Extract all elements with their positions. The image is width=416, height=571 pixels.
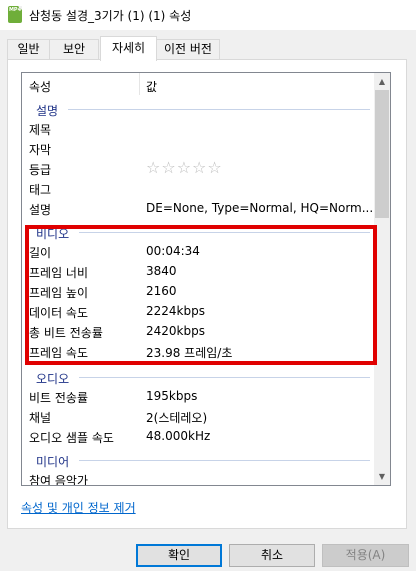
property-row-title[interactable]: 제목 (22, 118, 374, 138)
group-header-video[interactable]: 비디오 (22, 223, 374, 241)
property-key: 태그 (29, 183, 52, 197)
cancel-button[interactable]: 취소 (229, 544, 315, 567)
window-title: 삼청동 설경_3기가 (1) (1) 속성 (29, 9, 192, 23)
tab-details[interactable]: 자세히 (100, 36, 157, 61)
scroll-up-arrow-icon[interactable]: ▲ (374, 73, 390, 90)
tab-general[interactable]: 일반 (7, 39, 50, 59)
property-key: 프레임 너비 (29, 266, 89, 280)
vertical-scrollbar[interactable]: ▲ ▼ (374, 73, 390, 485)
property-value: DE=None, Type=Normal, HQ=Norm... (146, 201, 374, 215)
property-row-frame-rate[interactable]: 프레임 속도 23.98 프레임/초 (22, 341, 374, 361)
property-key: 총 비트 전송률 (29, 326, 103, 340)
group-header-media[interactable]: 미디어 (22, 451, 374, 469)
property-value: 2420kbps (146, 324, 205, 338)
list-header: 속성 값 (22, 73, 374, 95)
column-header-value[interactable]: 값 (146, 78, 157, 95)
tab-security[interactable]: 보안 (49, 39, 99, 59)
property-row-audio-bitrate[interactable]: 비트 전송률 195kbps (22, 386, 374, 406)
property-key: 프레임 속도 (29, 346, 89, 360)
tab-strip: 일반 보안 자세히 이전 버전 (0, 36, 416, 61)
property-value: 23.98 프레임/초 (146, 346, 233, 360)
property-key: 제목 (29, 123, 52, 137)
group-divider (79, 460, 370, 461)
file-icon-fold (18, 6, 22, 10)
column-divider[interactable] (139, 73, 140, 95)
group-label: 미디어 (36, 455, 70, 469)
property-value: 195kbps (146, 389, 198, 403)
group-divider (79, 232, 370, 233)
property-row-rating[interactable]: 등급 ☆☆☆☆☆ (22, 158, 374, 178)
property-key: 오디오 샘플 속도 (29, 431, 114, 445)
property-row-frame-width[interactable]: 프레임 너비 3840 (22, 261, 374, 281)
property-key: 프레임 높이 (29, 286, 89, 300)
property-key: 등급 (29, 163, 52, 177)
mp4-file-icon: MP4 (8, 6, 22, 23)
property-value: 48.000kHz (146, 429, 211, 443)
property-row-data-rate[interactable]: 데이터 속도 2224kbps (22, 301, 374, 321)
property-value: 3840 (146, 264, 177, 278)
property-row-contributing-artists[interactable]: 참여 음악가 (22, 469, 374, 486)
property-row-frame-height[interactable]: 프레임 높이 2160 (22, 281, 374, 301)
remove-properties-link[interactable]: 속성 및 개인 정보 제거 (21, 499, 136, 516)
group-divider (79, 377, 370, 378)
title-bar: MP4 삼청동 설경_3기가 (1) (1) 속성 (0, 0, 416, 30)
property-key: 채널 (29, 411, 52, 425)
property-key: 길이 (29, 246, 52, 260)
property-key: 자막 (29, 143, 52, 157)
property-row-channels[interactable]: 채널 2(스테레오) (22, 406, 374, 426)
property-row-tags[interactable]: 태그 (22, 178, 374, 198)
property-value: 00:04:34 (146, 244, 200, 258)
property-value: 2160 (146, 284, 177, 298)
property-row-audio-sample-rate[interactable]: 오디오 샘플 속도 48.000kHz (22, 426, 374, 446)
group-divider (68, 109, 370, 110)
property-row-subtitle[interactable]: 자막 (22, 138, 374, 158)
tab-previous-versions[interactable]: 이전 버전 (156, 39, 220, 59)
group-header-description[interactable]: 설명 (22, 100, 374, 118)
group-label: 오디오 (36, 372, 70, 386)
scroll-down-arrow-icon[interactable]: ▼ (374, 468, 390, 485)
ok-button[interactable]: 확인 (136, 544, 222, 567)
property-row-comments[interactable]: 설명 DE=None, Type=Normal, HQ=Norm... (22, 198, 374, 218)
property-row-total-bitrate[interactable]: 총 비트 전송률 2420kbps (22, 321, 374, 341)
apply-button[interactable]: 적용(A) (322, 544, 409, 567)
scroll-thumb[interactable] (375, 90, 389, 218)
group-label: 설명 (36, 104, 59, 118)
star-rating-icon[interactable]: ☆☆☆☆☆ (146, 158, 223, 177)
property-key: 데이터 속도 (29, 306, 89, 320)
property-key: 참여 음악가 (29, 474, 89, 486)
property-value: 2224kbps (146, 304, 205, 318)
property-value: 2(스테레오) (146, 411, 208, 425)
property-key: 설명 (29, 203, 52, 217)
group-label: 비디오 (36, 227, 70, 241)
column-header-property[interactable]: 속성 (29, 78, 51, 95)
property-row-length[interactable]: 길이 00:04:34 (22, 241, 374, 261)
property-key: 비트 전송률 (29, 391, 89, 405)
group-header-audio[interactable]: 오디오 (22, 368, 374, 386)
property-list[interactable]: 속성 값 설명 제목 자막 등급 ☆☆☆☆☆ 태그 설명 DE=None, Ty… (21, 72, 391, 486)
